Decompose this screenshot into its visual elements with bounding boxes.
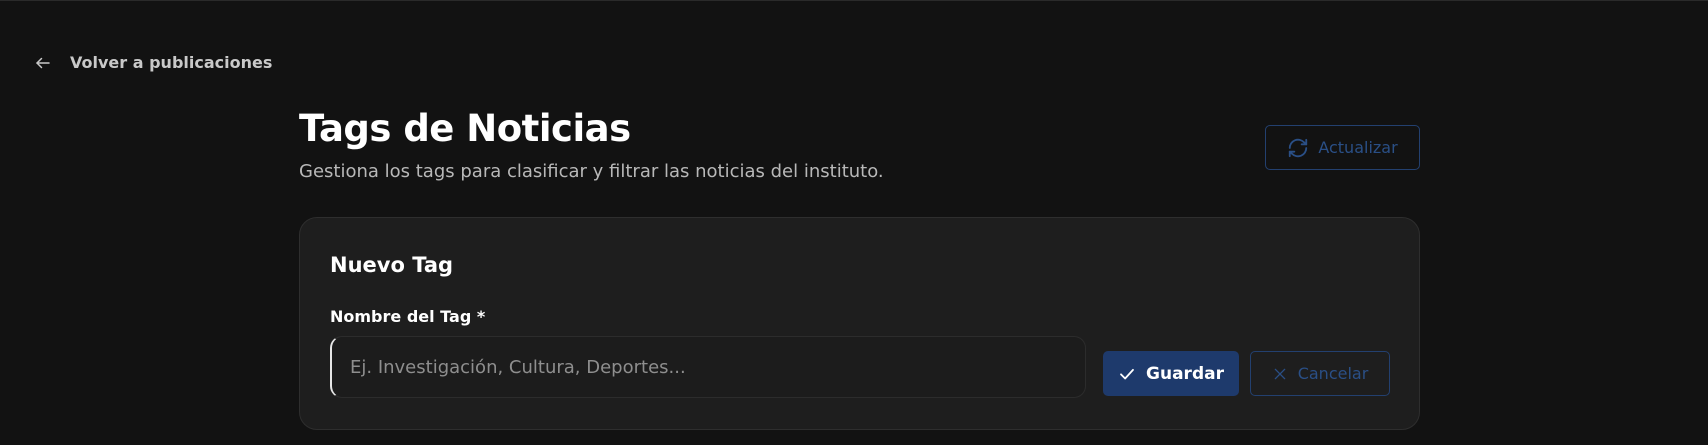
tag-name-input[interactable] — [330, 336, 1086, 398]
refresh-button-label: Actualizar — [1318, 138, 1398, 157]
save-button[interactable]: Guardar — [1103, 351, 1239, 396]
refresh-button[interactable]: Actualizar — [1265, 125, 1420, 170]
refresh-icon — [1289, 138, 1308, 157]
save-button-label: Guardar — [1146, 363, 1224, 384]
tags-page: Volver a publicaciones Tags de Noticias … — [0, 0, 1708, 445]
cancel-button-label: Cancelar — [1297, 364, 1369, 383]
tag-name-label: Nombre del Tag * — [330, 307, 486, 326]
check-icon — [1120, 368, 1134, 379]
page-subtitle: Gestiona los tags para clasificar y filt… — [299, 161, 884, 182]
new-tag-card: Nuevo Tag Nombre del Tag * Guardar Cance… — [299, 217, 1420, 430]
back-to-publications-link[interactable]: Volver a publicaciones — [34, 53, 272, 72]
new-tag-card-title: Nuevo Tag — [330, 253, 454, 277]
page-title: Tags de Noticias — [299, 107, 631, 150]
cancel-button[interactable]: Cancelar — [1250, 351, 1390, 396]
close-icon — [1274, 368, 1286, 379]
back-link-label: Volver a publicaciones — [70, 53, 273, 72]
arrow-left-icon — [36, 57, 50, 68]
